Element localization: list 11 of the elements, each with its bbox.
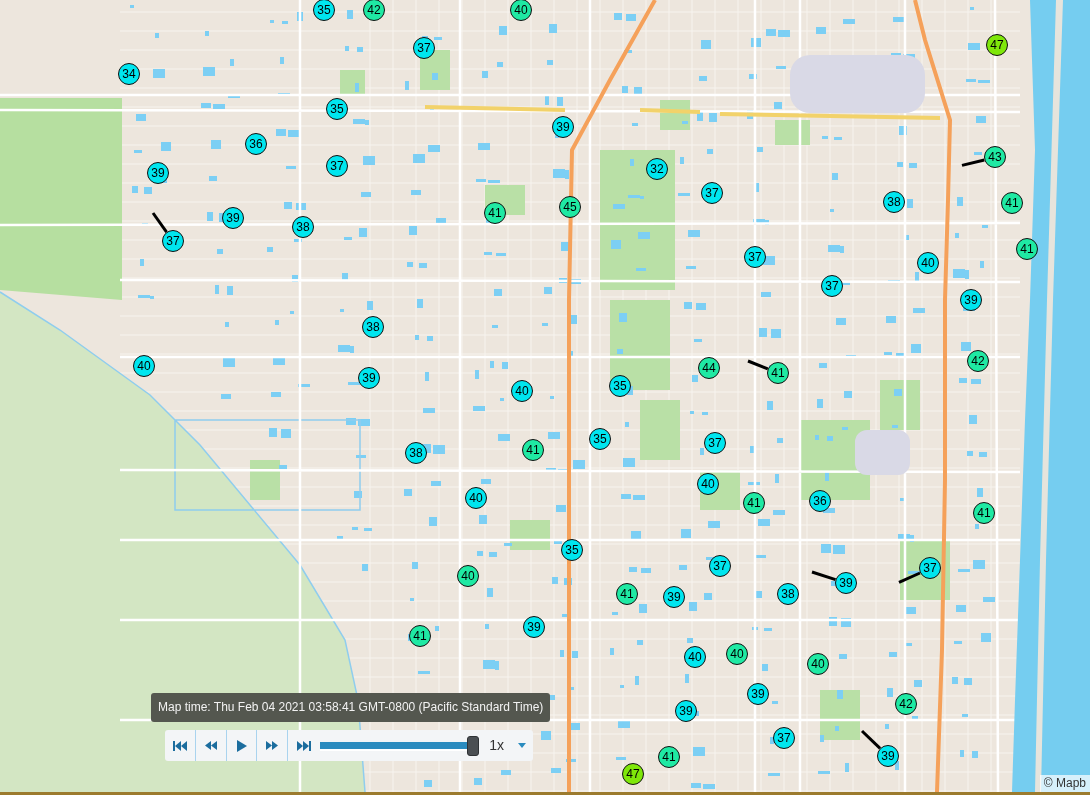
time-slider-track[interactable]	[320, 735, 479, 756]
speed-dropdown[interactable]: 1x	[486, 730, 533, 761]
rewind-icon	[204, 741, 217, 750]
skip-forward-icon	[296, 740, 311, 751]
attribution-link[interactable]: © Mapb	[1039, 775, 1090, 792]
fast-forward-icon	[266, 741, 279, 750]
map-time-tooltip: Map time: Thu Feb 04 2021 03:58:41 GMT-0800 (Pacific Standard Time)	[151, 693, 551, 722]
play-icon	[236, 739, 247, 752]
skip-back-icon	[172, 740, 187, 751]
slider-handle[interactable]	[467, 735, 480, 756]
caret-icon	[518, 743, 526, 748]
